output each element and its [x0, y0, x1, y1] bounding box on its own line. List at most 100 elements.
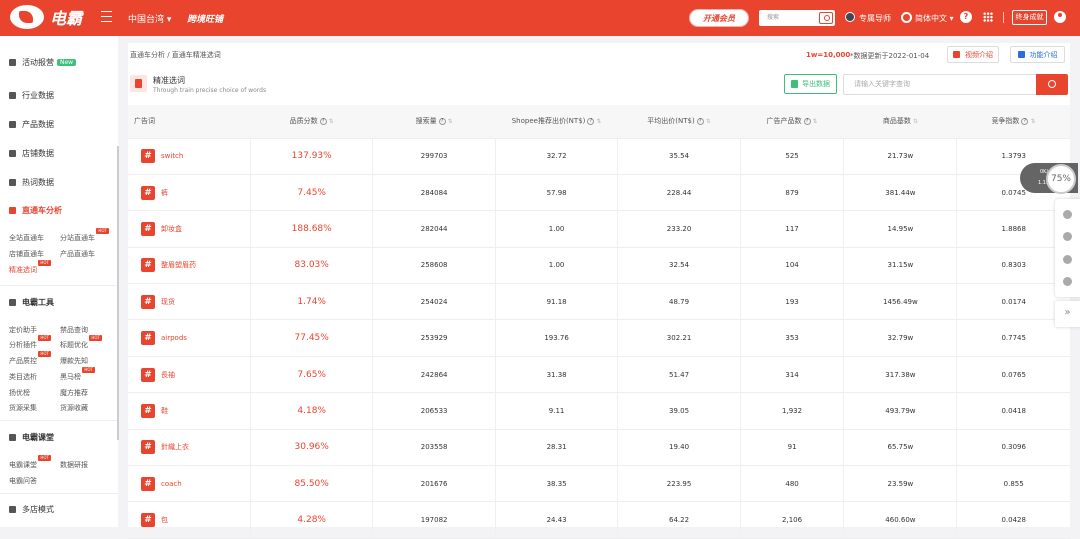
search-button[interactable] — [1036, 74, 1068, 95]
class-report[interactable]: 数据研报 — [60, 460, 88, 470]
region-select[interactable]: 中国台湾 ▾ — [128, 12, 171, 25]
star-icon[interactable] — [1063, 277, 1072, 286]
main-panel: 直通车分析 / 直通车精准选词 1w=10,000 *数据更新于2022-01-… — [128, 43, 1070, 539]
sidebar-item-industry[interactable]: 行业数据 — [9, 90, 54, 101]
table-row: # 卸妆盒 188.68% 282044 1.00 233.20 117 14.95w 1.88… — [128, 210, 1070, 248]
sidebar-item-ads[interactable]: 直通车分析 — [9, 205, 62, 216]
export-button[interactable]: 导出数据 — [784, 74, 837, 94]
col-shopee-bid[interactable]: Shopee推荐出价(NT$)? ⇅ — [495, 105, 618, 139]
tool-banned[interactable]: 禁品查询 — [60, 325, 88, 335]
top-search-input[interactable]: 搜索 — [759, 10, 835, 26]
col-quality[interactable]: 品质分数? ⇅ — [250, 105, 373, 139]
brand-tag[interactable]: 跨境旺铺 — [187, 12, 223, 25]
col-goods-base[interactable]: 商品基数 ⇅ — [843, 105, 957, 139]
tool-source-fav[interactable]: 货源收藏 — [60, 403, 88, 413]
col-ad-products[interactable]: 广告产品数? ⇅ — [740, 105, 844, 139]
col-competition[interactable]: 竞争指数? ⇅ — [956, 105, 1070, 139]
sub-product-ads[interactable]: 产品直通车 — [60, 249, 95, 259]
col-avg-bid[interactable]: 平均出价(NT$)? ⇅ — [617, 105, 741, 139]
keyword-link[interactable]: 裤 — [161, 189, 168, 197]
language-select[interactable]: 简体中文 ▾ — [915, 13, 954, 24]
logo[interactable]: 电霸 — [10, 5, 82, 29]
col-search[interactable]: 搜索量? ⇅ — [372, 105, 496, 139]
wechat-icon[interactable] — [1063, 210, 1072, 219]
sidebar-item-activity[interactable]: 活动报营 New — [9, 57, 77, 68]
tool-title-optimize[interactable]: 标题优化 HOT — [60, 335, 102, 350]
sub-shop-ads[interactable]: 店铺直通车 — [9, 249, 44, 259]
help-icon[interactable]: ? — [960, 11, 972, 23]
keyword-link[interactable]: coach — [161, 480, 182, 488]
keyword-cell: # 包 — [128, 501, 251, 539]
table-cell: 77.45% — [249, 319, 373, 357]
table-cell: 201676 — [372, 465, 496, 503]
sidebar-item-hotword[interactable]: 热词数据 — [9, 177, 54, 188]
class-course[interactable]: 电霸课堂 HOT — [9, 455, 51, 470]
sidebar-item-product[interactable]: 产品数据 — [9, 119, 54, 130]
keyword-link[interactable]: 針織上衣 — [161, 443, 189, 451]
user-icon[interactable] — [1054, 11, 1066, 23]
tool-quality[interactable]: 产品质控 HOT — [9, 351, 51, 366]
apps-grid-icon[interactable] — [983, 12, 993, 22]
table-cell: 0.0418 — [956, 392, 1070, 430]
table-cell: 188.68% — [249, 210, 373, 248]
keyword-link[interactable]: 包 — [161, 516, 168, 524]
mentor-link[interactable]: 专属导师 — [859, 13, 891, 24]
keyword-link[interactable]: 整眉塑眉药 — [161, 261, 196, 269]
tool-plugin[interactable]: 分析插件 HOT — [9, 335, 51, 350]
chat-icon[interactable] — [1063, 255, 1072, 264]
table-cell: 32.79w — [843, 319, 957, 357]
keyword-link[interactable]: airpods — [161, 334, 187, 342]
keyword-link[interactable]: 现货 — [161, 298, 175, 306]
hash-icon: # — [141, 476, 155, 491]
tool-hot-predict[interactable]: 爆款先知 — [60, 356, 88, 366]
video-intro-button[interactable]: 视频介绍 — [947, 46, 999, 63]
sub-all-station[interactable]: 全站直通车 — [9, 233, 44, 243]
keyword-search-input[interactable]: 请输入关键字查询 — [843, 74, 1037, 95]
sidebar-item-shop[interactable]: 店铺数据 — [9, 148, 54, 159]
tool-rank[interactable]: 扬优榜 — [9, 388, 30, 398]
multi-store-mode[interactable]: 多店模式 — [9, 504, 54, 515]
table-row: # switch 137.93% 299703 32.72 35.54 525 21.73w 1… — [128, 138, 1070, 175]
table-row: # 现货 1.74% 254024 91.18 48.79 193 1456.49w 0.017… — [128, 283, 1070, 321]
tool-recommend[interactable]: 魔方推荐 — [60, 388, 88, 398]
tool-source-collect[interactable]: 货源采集 — [9, 403, 37, 413]
collapse-arrow-icon[interactable]: » — [1055, 301, 1080, 327]
class-icon — [9, 434, 16, 441]
vip-button[interactable]: 开通会员 — [689, 9, 749, 27]
hash-icon: # — [141, 331, 155, 346]
keyword-link[interactable]: 卸妆盒 — [161, 225, 182, 233]
tool-pricing[interactable]: 定价助手 — [9, 325, 37, 335]
tools-section-title[interactable]: 电霸工具 — [9, 297, 54, 308]
keyword-link[interactable]: 鞋 — [161, 407, 168, 415]
table-cell: 23.59w — [843, 465, 957, 503]
sub-precise-words[interactable]: 精准选词 HOT — [9, 260, 51, 275]
handshake-icon[interactable] — [1063, 232, 1072, 241]
search-icon[interactable] — [819, 12, 833, 24]
tool-category[interactable]: 类目选析 — [9, 372, 37, 382]
table-cell: 1456.49w — [843, 283, 957, 321]
tool-darkhorse[interactable]: 黑马榜 HOT — [60, 367, 95, 382]
function-intro-button[interactable]: 功能介绍 — [1010, 46, 1065, 63]
page-title: 精准选词 — [153, 76, 185, 85]
table-cell: 32.72 — [494, 138, 618, 175]
table-cell: 317.38w — [843, 356, 957, 394]
sub-sub-station[interactable]: 分站直通车 HOT — [60, 228, 109, 243]
menu-icon[interactable] — [101, 11, 112, 22]
table-cell: 254024 — [372, 283, 496, 321]
table-cell: 1.00 — [494, 247, 618, 285]
table-cell: 525 — [739, 138, 844, 175]
keyword-link[interactable]: switch — [161, 152, 183, 160]
member-button[interactable]: 终身成就 — [1012, 10, 1047, 25]
unit-note: 1w=10,000 — [806, 51, 851, 59]
performance-gauge[interactable]: 75% — [1046, 164, 1076, 194]
breadcrumb[interactable]: 直通车分析 / 直通车精准选词 — [130, 50, 221, 60]
table-cell: 7.65% — [249, 356, 373, 394]
class-qa[interactable]: 电霸问答 — [9, 476, 37, 486]
table-cell: 879 — [739, 174, 844, 212]
doc-icon — [9, 179, 16, 186]
sidebar-scrollbar[interactable] — [117, 146, 119, 440]
keyword-link[interactable]: 長袖 — [161, 371, 175, 379]
class-section-title[interactable]: 电霸课堂 — [9, 432, 54, 443]
keyword-cell: # 長袖 — [128, 356, 251, 394]
hash-icon: # — [141, 513, 155, 528]
